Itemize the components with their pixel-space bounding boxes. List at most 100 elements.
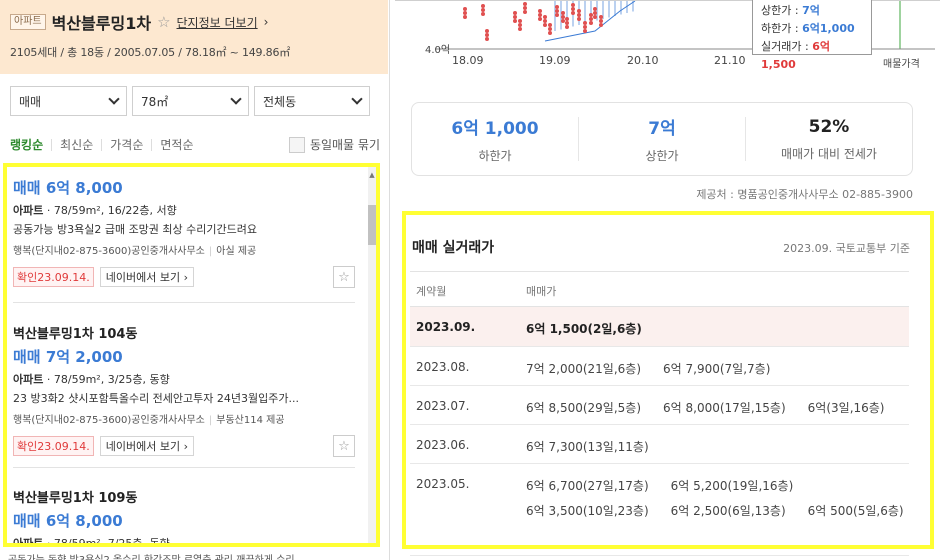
sort-area[interactable]: 면적순 bbox=[151, 138, 201, 151]
chart-point bbox=[555, 9, 559, 13]
chart-point bbox=[538, 17, 542, 21]
x-axis-tick: 20.10 bbox=[627, 54, 659, 67]
column-header-month: 계약월 bbox=[416, 285, 447, 298]
chart-point bbox=[481, 12, 485, 16]
chart-bar bbox=[626, 1, 628, 13]
chart-point bbox=[518, 27, 522, 31]
scrollbar-thumb[interactable] bbox=[368, 205, 376, 245]
tooltip-lower-value: 6억1,000 bbox=[802, 22, 855, 35]
tooltip-upper-label: 상한가 : bbox=[761, 4, 799, 17]
sort-price[interactable]: 가격순 bbox=[101, 138, 151, 151]
chart-point bbox=[485, 29, 489, 33]
trade-price: 6억 500(5일,6층) bbox=[807, 504, 904, 518]
chart-point bbox=[543, 19, 547, 23]
listing-spec: 아파트 · 78/59m², 7/25층, 동향 bbox=[13, 535, 355, 543]
scroll-up-arrow-icon[interactable]: ▲ bbox=[368, 171, 376, 179]
chart-point bbox=[513, 11, 517, 15]
trade-values: 6억 1,500(2일,6층) bbox=[526, 320, 906, 337]
same-listing-toggle[interactable]: 동일매물 묶기 bbox=[288, 136, 380, 153]
trade-month: 2023.08. bbox=[416, 360, 470, 374]
area-value: 78㎡ bbox=[141, 94, 169, 109]
chart-point bbox=[513, 15, 517, 19]
table-row: 2023.07. 6억 8,500(29일,5층) 6억 8,000(17일,15층… bbox=[410, 386, 909, 425]
chart-point bbox=[485, 37, 489, 41]
listing-source: 아실 제공 bbox=[216, 246, 257, 257]
chart-point bbox=[561, 19, 565, 23]
chart-point bbox=[577, 9, 581, 13]
chart-point bbox=[561, 11, 565, 15]
listing-type: 아파트 bbox=[13, 373, 44, 386]
chart-point bbox=[548, 27, 552, 31]
same-listing-checkbox[interactable] bbox=[288, 136, 305, 153]
listing-item[interactable]: 매매 6억 8,000 아파트 · 78/59m², 16/22층, 서향 공동… bbox=[13, 177, 355, 288]
complex-summary: 2105세대 / 총 18동 / 2005.07.05 / 78.18㎡ ~ 1… bbox=[10, 46, 291, 59]
view-on-naver-button[interactable]: 네이버에서 보기 › bbox=[99, 436, 194, 456]
listing-spec: 아파트 · 78/59m², 16/22층, 서향 bbox=[13, 204, 177, 217]
listing-agent: 행복(단지내02-875-3600)공인중개사사무소 | 부동산114 제공 bbox=[13, 415, 285, 426]
favorite-star-icon[interactable]: ☆ bbox=[157, 13, 170, 31]
favorite-star-icon[interactable]: ☆ bbox=[333, 266, 355, 288]
tooltip-real-label: 실거래가 : bbox=[761, 40, 809, 53]
listing-item[interactable]: 벽산블루밍1차 109동 매매 6억 8,000 아파트 · 78/59m², … bbox=[13, 487, 355, 543]
sort-ranking[interactable]: 랭킹순 bbox=[10, 139, 51, 151]
chart-point bbox=[463, 11, 467, 15]
chevron-right-icon: › bbox=[263, 15, 269, 29]
chevron-down-icon bbox=[230, 93, 242, 105]
complex-header: 아파트 벽산블루밍1차 ☆ 단지정보 더보기 › 2105세대 / 총 18동 … bbox=[0, 0, 388, 74]
table-row: 2023.09. 6억 1,500(2일,6층) bbox=[410, 307, 909, 347]
listing-actions: 확인23.09.14. 네이버에서 보기 › ☆ bbox=[13, 266, 355, 288]
chart-point bbox=[555, 5, 559, 9]
x-axis-tick: 19.09 bbox=[539, 54, 571, 67]
listing-price: 매매 7억 2,000 bbox=[13, 348, 123, 366]
trade-price: 6억 8,000(17일,15층) bbox=[663, 401, 786, 415]
chart-bar bbox=[584, 1, 586, 24]
y-axis-tick: 4.0억 bbox=[425, 45, 451, 56]
trade-values: 6억 8,500(29일,5층) 6억 8,000(17일,15층) 6억(3일,1… bbox=[526, 399, 906, 416]
trade-type-value: 매매 bbox=[19, 94, 42, 109]
table-header: 계약월 매매가 bbox=[410, 271, 909, 307]
detail-panel: 4.0억 18.09 19.09 20.10 21.10 매물가격 상한가 : … bbox=[395, 0, 940, 560]
table-row: 2023.05. 6억 6,700(27일,17층) 6억 5,200(19일,16… bbox=[410, 464, 909, 556]
chart-point bbox=[513, 19, 517, 23]
trade-price: 6억 7,300(13일,11층) bbox=[526, 440, 649, 454]
view-on-naver-button[interactable]: 네이버에서 보기 › bbox=[99, 267, 194, 287]
trade-month: 2023.07. bbox=[416, 399, 470, 413]
stat-upper-price: 7억 상한가 bbox=[578, 117, 745, 163]
chart-tooltip: 상한가 : 7억 하한가 : 6억1,000 실거래가 : 6억1,500 bbox=[752, 0, 872, 71]
chart-point bbox=[593, 11, 597, 15]
stat-value: 6억 1,000 bbox=[451, 119, 539, 139]
listing-spec-detail: 78/59m², 16/22층, 서향 bbox=[53, 204, 177, 217]
trade-price: 7억 2,000(21일,6층) bbox=[526, 362, 642, 376]
trade-price: 6억(3일,16층) bbox=[807, 401, 885, 415]
stat-value: 52% bbox=[808, 116, 850, 137]
listing-item[interactable]: 벽산블루밍1차 104동 매매 7억 2,000 아파트 · 78/59m², … bbox=[13, 323, 355, 457]
chart-point bbox=[593, 15, 597, 19]
x-axis-tick: 21.10 bbox=[714, 54, 746, 67]
listing-building: 벽산블루밍1차 104동 bbox=[13, 327, 138, 342]
clipped-description: 공동가능 동향 방3욕실2 올수리 한강조망 로열층 관리 깨끗하게 수리 bbox=[8, 551, 295, 560]
chart-point bbox=[543, 15, 547, 19]
building-select[interactable]: 전체동 bbox=[254, 86, 370, 116]
trade-type-select[interactable]: 매매 bbox=[10, 86, 127, 116]
chart-point bbox=[463, 15, 467, 19]
chart-point bbox=[565, 17, 569, 21]
trade-price: 6억 8,500(29일,5층) bbox=[526, 401, 642, 415]
chart-point bbox=[518, 19, 522, 23]
chart-point bbox=[523, 10, 527, 14]
stat-value: 7억 bbox=[648, 119, 676, 139]
chart-point bbox=[589, 21, 593, 25]
area-select[interactable]: 78㎡ bbox=[132, 86, 249, 116]
chevron-down-icon bbox=[108, 93, 120, 105]
complex-info-link[interactable]: 단지정보 더보기 bbox=[177, 14, 258, 31]
table-row: 2023.08. 7억 2,000(21일,6층) 6억 7,900(7일,7층) bbox=[410, 347, 909, 386]
trade-price: 6억 7,900(7일,7층) bbox=[663, 362, 771, 376]
price-chart[interactable]: 4.0억 18.09 19.09 20.10 21.10 매물가격 상한가 : … bbox=[395, 0, 940, 73]
chart-point bbox=[583, 29, 587, 33]
listing-panel: 아파트 벽산블루밍1차 ☆ 단지정보 더보기 › 2105세대 / 총 18동 … bbox=[0, 0, 390, 560]
table-row: 2023.06. 6억 7,300(13일,11층) bbox=[410, 425, 909, 464]
stat-label: 상한가 bbox=[645, 149, 679, 163]
favorite-star-icon[interactable]: ☆ bbox=[333, 435, 355, 457]
chart-point bbox=[577, 17, 581, 21]
chart-bar bbox=[560, 1, 562, 30]
sort-latest[interactable]: 최신순 bbox=[51, 138, 101, 151]
